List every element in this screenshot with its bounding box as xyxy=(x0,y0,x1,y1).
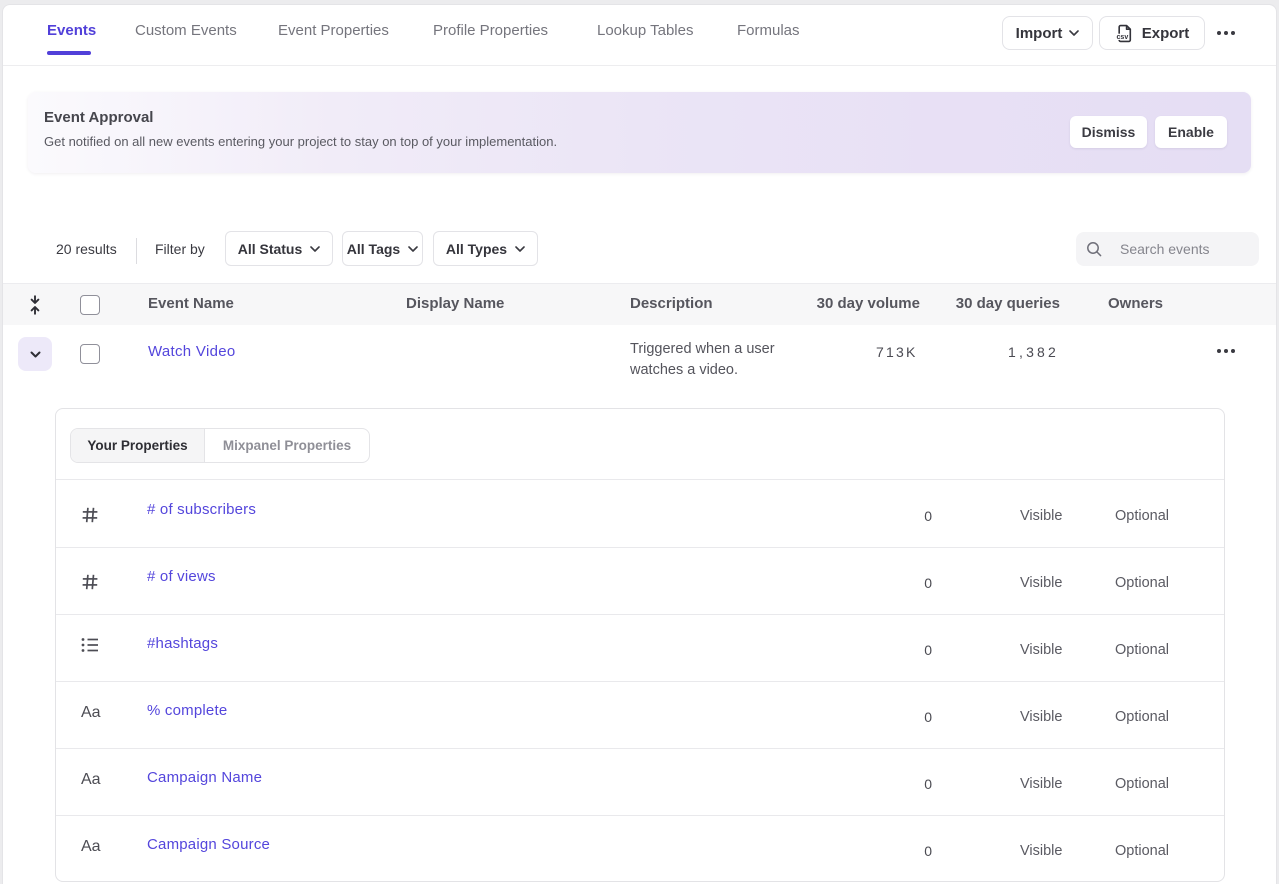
svg-text:csv: csv xyxy=(1116,34,1128,41)
